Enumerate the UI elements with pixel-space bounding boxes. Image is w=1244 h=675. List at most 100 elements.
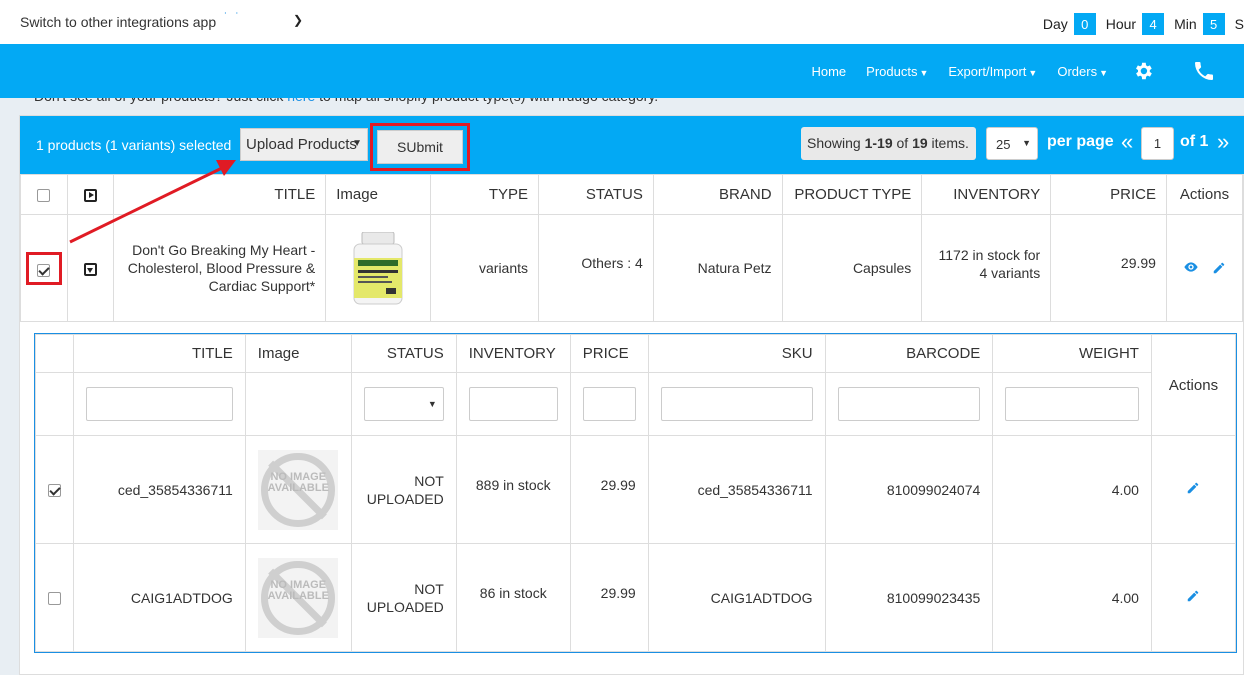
loading-dots-icon: ˙ ˙ xyxy=(224,10,242,24)
products-header-row: TITLE Image TYPE STATUS BRAND PRODUCT TY… xyxy=(20,174,1244,215)
col-variant-status[interactable]: STATUS xyxy=(350,334,457,373)
bulk-action-toolbar: 1 products (1 variants) selected Upload … xyxy=(20,116,1244,174)
title-filter-input[interactable] xyxy=(85,387,233,421)
sku-filter-input[interactable] xyxy=(660,387,813,421)
eye-icon[interactable] xyxy=(1183,259,1199,278)
per-page-label: per page xyxy=(1047,133,1114,150)
submit-button[interactable]: SUbmit xyxy=(377,130,463,164)
nav-products-label: Products xyxy=(866,63,918,79)
table-row: CAIG1ADTDOG NO IMAGE AVAILABLE NOT UPLOA… xyxy=(35,543,1237,652)
top-bar: Switch to other integrations app ˙ ˙ ❯ D… xyxy=(0,0,1244,44)
variant-sku: CAIG1ADTDOG xyxy=(647,543,826,652)
status-filter-select[interactable]: ▼ xyxy=(363,387,444,421)
variant-image-cell: NO IMAGE AVAILABLE xyxy=(244,543,352,652)
col-variant-inventory[interactable]: INVENTORY xyxy=(455,334,571,373)
variants-table: TITLE Image STATUS INVENTORY PRICE SKU B… xyxy=(35,334,1237,652)
showing-prefix: Showing xyxy=(807,135,865,151)
row-select-cell xyxy=(20,214,68,322)
col-type[interactable]: TYPE xyxy=(430,174,540,215)
product-title[interactable]: Don't Go Breaking My Heart - Cholesterol… xyxy=(112,214,327,322)
row-expand-cell xyxy=(66,214,114,322)
expand-down-icon[interactable] xyxy=(83,262,97,276)
timer-min-label: Min xyxy=(1174,16,1197,32)
prev-page-icon[interactable]: « xyxy=(1121,129,1133,155)
filter-inventory-cell xyxy=(455,372,571,436)
nav-export-import-label: Export/Import xyxy=(948,63,1027,79)
expand-right-icon[interactable] xyxy=(83,188,97,202)
showing-items: Showing 1-19 of 19 items. xyxy=(801,127,976,160)
select-all-cell xyxy=(20,174,68,215)
select-all-checkbox[interactable] xyxy=(37,188,51,202)
col-inventory[interactable]: INVENTORY xyxy=(921,174,1052,215)
timer-sec-label: S xyxy=(1234,16,1244,32)
variant-actions xyxy=(1150,543,1237,652)
variant-weight: 4.00 xyxy=(992,435,1152,544)
edit-pencil-icon[interactable] xyxy=(1186,589,1200,606)
inventory-filter-input[interactable] xyxy=(468,387,558,421)
showing-total: 19 xyxy=(912,135,928,151)
variant-checkbox[interactable] xyxy=(47,484,61,498)
products-table: TITLE Image TYPE STATUS BRAND PRODUCT TY… xyxy=(20,174,1244,322)
col-variant-barcode[interactable]: BARCODE xyxy=(824,334,994,373)
weight-filter-input[interactable] xyxy=(1005,387,1139,421)
select-arrow-icon: ▼ xyxy=(427,399,437,409)
barcode-filter-input[interactable] xyxy=(837,387,981,421)
col-variant-weight[interactable]: WEIGHT xyxy=(992,334,1152,373)
select-arrow-icon: ▼ xyxy=(352,138,362,149)
product-image xyxy=(338,228,419,308)
price-filter-input[interactable] xyxy=(582,387,636,421)
caret-down-icon: ▼ xyxy=(919,67,929,78)
variant-inventory: 86 in stock xyxy=(455,543,571,652)
variant-image-cell: NO IMAGE AVAILABLE xyxy=(244,435,352,544)
bulk-action-select[interactable]: Upload Products ▼ xyxy=(240,128,368,161)
phone-icon[interactable] xyxy=(1192,59,1216,83)
filter-barcode-cell xyxy=(824,372,994,436)
product-image-cell xyxy=(325,214,432,322)
col-brand[interactable]: BRAND xyxy=(652,174,783,215)
nav-orders[interactable]: Orders ▼ xyxy=(1057,64,1108,79)
nav-export-import[interactable]: Export/Import ▼ xyxy=(948,64,1037,79)
filter-title-cell xyxy=(72,372,246,436)
col-status[interactable]: STATUS xyxy=(538,174,654,215)
filter-price-cell xyxy=(569,372,649,436)
submit-highlight: SUbmit xyxy=(370,123,470,171)
gear-icon[interactable] xyxy=(1132,60,1154,82)
filter-status-cell: ▼ xyxy=(350,372,457,436)
chevron-down-icon[interactable]: ❯ xyxy=(293,13,303,27)
showing-of: of xyxy=(892,135,913,151)
per-page-select[interactable]: 25 ▼ xyxy=(986,127,1038,160)
col-variant-price[interactable]: PRICE xyxy=(569,334,649,373)
col-variant-sku[interactable]: SKU xyxy=(647,334,826,373)
edit-pencil-icon[interactable] xyxy=(1212,261,1226,278)
variant-inventory: 889 in stock xyxy=(455,435,571,544)
table-row: Don't Go Breaking My Heart - Cholesterol… xyxy=(20,214,1244,322)
col-title[interactable]: TITLE xyxy=(112,174,327,215)
no-image-placeholder: NO IMAGE AVAILABLE xyxy=(258,557,339,638)
selection-count: 1 products (1 variants) selected xyxy=(36,137,232,153)
variant-select-cell xyxy=(35,543,74,652)
col-variant-title[interactable]: TITLE xyxy=(72,334,246,373)
col-product-type[interactable]: PRODUCT TYPE xyxy=(781,174,923,215)
variant-barcode: 810099024074 xyxy=(824,435,994,544)
edit-pencil-icon[interactable] xyxy=(1186,481,1200,498)
row-checkbox[interactable] xyxy=(37,264,51,278)
no-image-placeholder: NO IMAGE AVAILABLE xyxy=(258,449,339,530)
product-status: Others : 4 xyxy=(538,214,654,322)
col-price[interactable]: PRICE xyxy=(1050,174,1167,215)
col-image: Image xyxy=(325,174,432,215)
select-arrow-icon: ▼ xyxy=(1022,138,1031,148)
page-input[interactable]: 1 xyxy=(1141,127,1174,160)
caret-down-icon: ▼ xyxy=(1099,67,1108,78)
nav-products[interactable]: Products ▼ xyxy=(866,64,928,79)
variant-title: CAIG1ADTDOG xyxy=(72,543,246,652)
nav-home[interactable]: Home xyxy=(811,64,846,79)
switch-app-label[interactable]: Switch to other integrations app xyxy=(20,14,216,30)
variant-checkbox[interactable] xyxy=(47,592,61,606)
timer-hour-value: 4 xyxy=(1142,13,1165,35)
showing-suffix: items. xyxy=(927,135,969,151)
filter-sku-cell xyxy=(647,372,826,436)
no-image-text: NO IMAGE AVAILABLE xyxy=(267,578,329,602)
next-page-icon[interactable]: » xyxy=(1217,129,1229,155)
variant-status: NOT UPLOADED xyxy=(350,435,457,544)
variant-sku: ced_35854336711 xyxy=(647,435,826,544)
